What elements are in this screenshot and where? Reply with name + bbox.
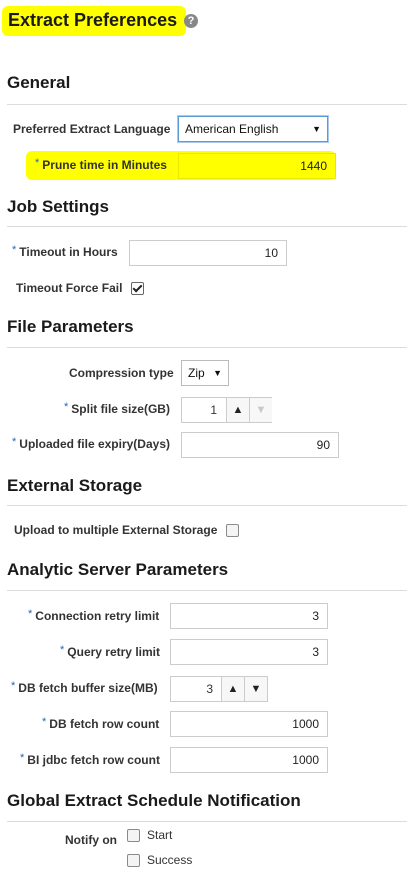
notify-success-checkbox[interactable] xyxy=(127,854,140,867)
expiry-input[interactable]: 90 xyxy=(181,432,339,458)
required-icon: * xyxy=(60,644,65,656)
divider xyxy=(7,104,407,105)
force-fail-checkbox[interactable] xyxy=(131,282,144,295)
compression-value: Zip xyxy=(188,366,205,380)
split-label: * Split file size(GB) xyxy=(64,401,170,416)
rowcount-label: * DB fetch row count xyxy=(42,716,160,731)
notify-success-label: Success xyxy=(147,853,193,867)
language-label: Preferred Extract Language xyxy=(13,122,171,136)
divider xyxy=(7,226,407,227)
section-general: General xyxy=(7,73,71,92)
divider xyxy=(7,505,407,506)
help-icon[interactable]: ? xyxy=(184,14,198,28)
rowcount-input[interactable]: 1000 xyxy=(170,711,328,737)
increment-icon[interactable]: ▲ xyxy=(221,677,244,701)
required-icon: * xyxy=(35,157,40,169)
required-icon: * xyxy=(11,680,16,692)
bi-input[interactable]: 1000 xyxy=(170,747,328,773)
conn-label: * Connection retry limit xyxy=(28,608,160,623)
chevron-down-icon: ▼ xyxy=(312,124,321,134)
query-input[interactable]: 3 xyxy=(170,639,328,665)
query-label: * Query retry limit xyxy=(60,644,160,659)
required-icon: * xyxy=(28,608,33,620)
section-analytic-server: Analytic Server Parameters xyxy=(7,560,229,579)
split-value: 1 xyxy=(210,403,217,417)
notify-start-label: Start xyxy=(147,828,173,842)
notify-label: Notify on xyxy=(65,833,117,847)
timeout-input[interactable]: 10 xyxy=(129,240,287,266)
bi-label: * BI jdbc fetch row count xyxy=(20,752,160,767)
multi-storage-label: Upload to multiple External Storage xyxy=(14,523,218,537)
chevron-down-icon: ▼ xyxy=(213,368,222,378)
decrement-icon[interactable]: ▼ xyxy=(244,677,267,701)
conn-input[interactable]: 3 xyxy=(170,603,328,629)
section-job-settings: Job Settings xyxy=(7,197,110,216)
required-icon: * xyxy=(12,436,17,448)
required-icon: * xyxy=(42,716,47,728)
divider xyxy=(7,590,407,591)
expiry-label: * Uploaded file expiry(Days) xyxy=(12,436,170,451)
increment-icon[interactable]: ▲ xyxy=(226,398,249,422)
force-fail-label: Timeout Force Fail xyxy=(16,281,123,295)
section-file-parameters: File Parameters xyxy=(7,317,134,336)
notify-start-checkbox[interactable] xyxy=(127,829,140,842)
buffer-stepper[interactable]: 3 ▲ ▼ xyxy=(170,676,268,702)
section-external-storage: External Storage xyxy=(7,476,143,495)
language-select[interactable]: American English ▼ xyxy=(178,116,328,142)
prune-label: * Prune time in Minutes xyxy=(35,157,167,172)
timeout-label: * Timeout in Hours xyxy=(12,244,118,259)
divider xyxy=(7,821,407,822)
section-notification: Global Extract Schedule Notification xyxy=(7,791,301,810)
buffer-label: * DB fetch buffer size(MB) xyxy=(11,680,158,695)
decrement-icon[interactable]: ▼ xyxy=(249,398,272,422)
divider xyxy=(7,347,407,348)
page-title: Extract Preferences xyxy=(8,10,178,30)
language-value: American English xyxy=(185,122,279,136)
compression-label: Compression type xyxy=(69,366,174,380)
compression-select[interactable]: Zip ▼ xyxy=(181,360,229,386)
required-icon: * xyxy=(64,401,69,413)
split-stepper[interactable]: 1 ▲ ▼ xyxy=(181,397,272,423)
buffer-value: 3 xyxy=(206,682,213,696)
required-icon: * xyxy=(20,752,25,764)
multi-storage-checkbox[interactable] xyxy=(226,524,239,537)
prune-input[interactable]: 1440 xyxy=(178,153,336,179)
required-icon: * xyxy=(12,244,17,256)
